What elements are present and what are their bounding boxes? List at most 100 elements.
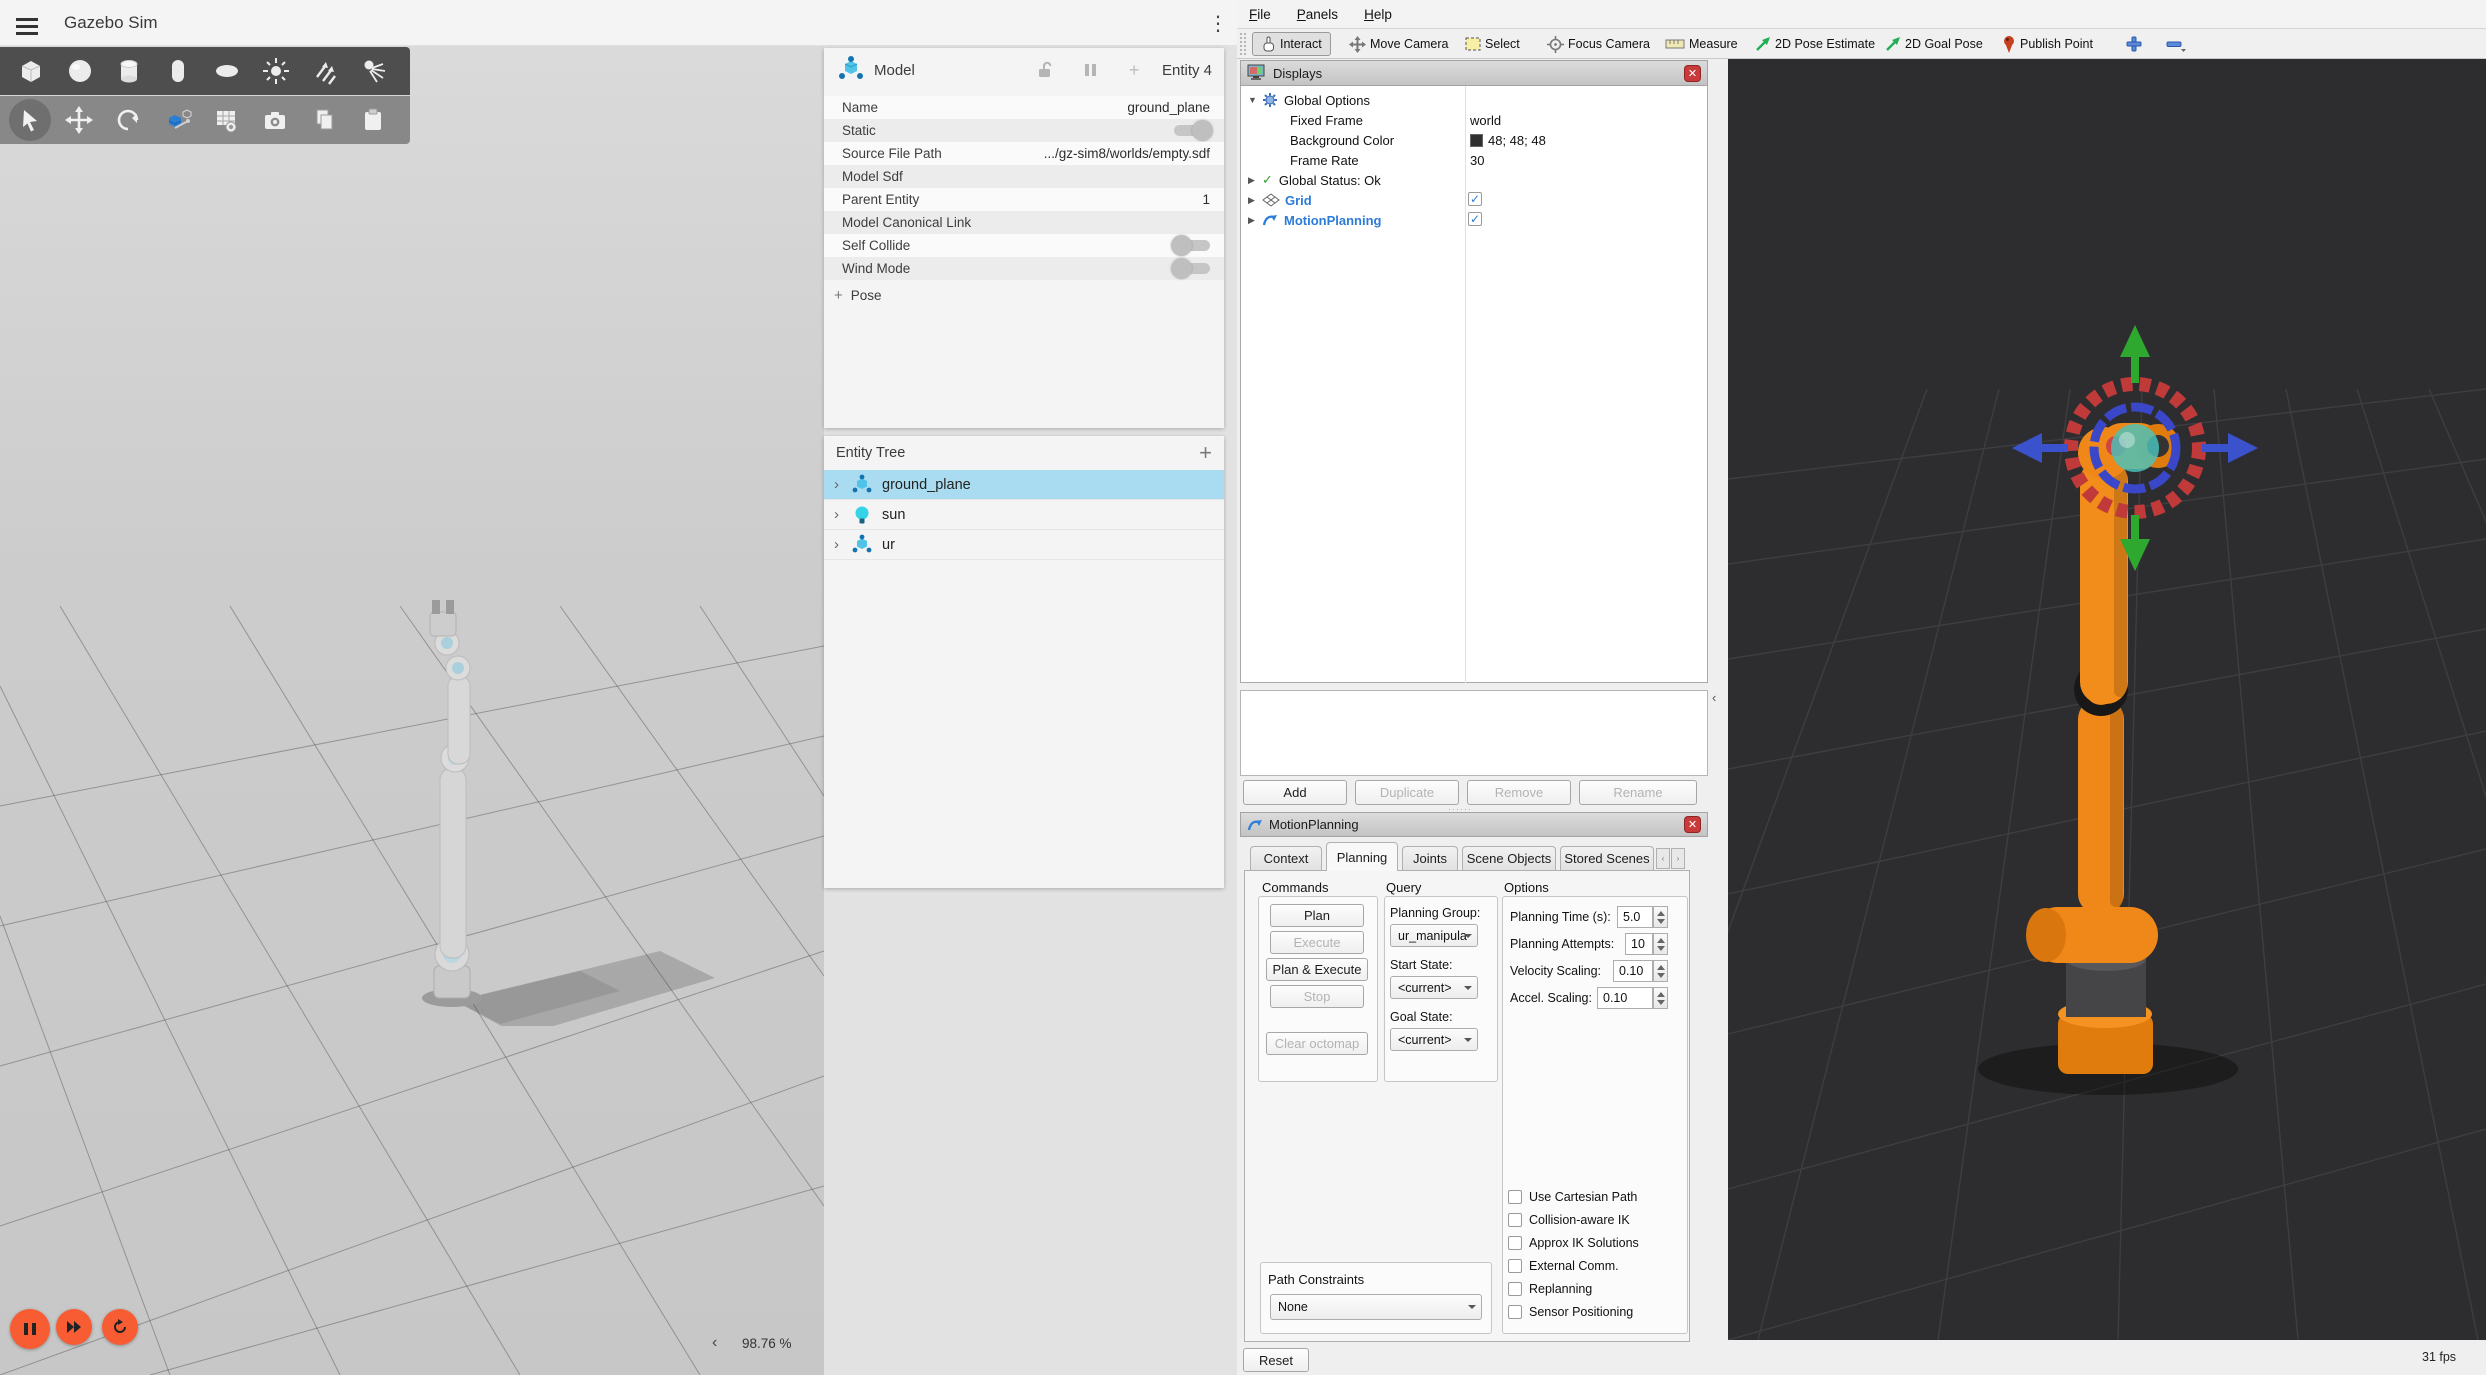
close-icon[interactable]: ✕ [1684,816,1701,833]
column-separator[interactable] [1465,86,1466,683]
tree-item-ground-plane[interactable]: › ground_plane [824,470,1224,500]
select-tool-button[interactable] [9,99,51,141]
background-color-value[interactable]: 48; 48; 48 [1470,130,1546,150]
planning-group-dropdown[interactable]: ur_manipula [1390,924,1478,947]
spinner-arrows[interactable] [1653,933,1668,955]
step-forward-button[interactable] [56,1309,92,1345]
close-icon[interactable]: ✕ [1684,65,1701,82]
collision-aware-ik-checkbox-row[interactable]: Collision-aware IK [1508,1213,1630,1227]
move-camera-tool-button[interactable]: Move Camera [1349,32,1449,56]
tab-joints[interactable]: Joints [1402,846,1458,870]
grid-checkbox[interactable]: ✓ [1468,192,1482,206]
expander-icon[interactable]: › [834,476,850,493]
checkbox[interactable] [1508,1236,1522,1250]
display-row-motionplanning[interactable]: ▶ MotionPlanning [1248,210,1381,230]
pause-button[interactable] [10,1309,50,1349]
static-toggle[interactable] [1174,125,1210,136]
goal-state-dropdown[interactable]: <current> [1390,1028,1478,1051]
paste-button[interactable] [348,98,397,142]
tree-item-sun[interactable]: › sun [824,500,1224,530]
display-row-frame-rate[interactable]: Frame Rate [1290,150,1359,170]
rename-display-button[interactable]: Rename [1579,780,1697,805]
self-collide-toggle[interactable] [1174,240,1210,251]
expander-icon[interactable]: › [834,506,850,523]
focus-camera-tool-button[interactable]: Focus Camera [1547,32,1650,56]
box-shape-button[interactable] [6,49,55,93]
spot-light-button[interactable] [349,49,398,93]
interact-tool-button[interactable]: Interact [1252,32,1331,56]
menu-panels[interactable]: Panels [1297,7,1338,22]
toolbar-drag-handle[interactable] [1240,33,1246,55]
tab-scene-objects[interactable]: Scene Objects [1462,846,1556,870]
spinner-arrows[interactable] [1653,906,1668,928]
rtf-expander-chevron[interactable]: ‹ [712,1334,717,1352]
entity-tree-add-button[interactable]: + [1199,440,1212,466]
publish-point-tool-button[interactable]: Publish Point [2002,32,2093,56]
planning-time-spinbox[interactable]: 5.0 [1617,906,1653,928]
start-state-dropdown[interactable]: <current> [1390,976,1478,999]
sphere-shape-button[interactable] [55,49,104,93]
tree-item-ur[interactable]: › ur [824,530,1224,560]
ellipsoid-shape-button[interactable] [202,49,251,93]
motionplanning-checkbox[interactable]: ✓ [1468,212,1482,226]
display-row-grid[interactable]: ▶ Grid [1248,190,1312,210]
copy-button[interactable] [299,98,348,142]
unlock-icon[interactable] [1035,60,1055,80]
display-row-background-color[interactable]: Background Color [1290,130,1394,150]
screenshot-button[interactable] [250,98,299,142]
external-comm-checkbox-row[interactable]: External Comm. [1508,1259,1619,1273]
kebab-menu-icon[interactable]: ⋮ [1208,11,1228,36]
plan-button[interactable]: Plan [1270,904,1364,927]
tab-stored-scenes[interactable]: Stored Scenes [1560,846,1654,870]
clear-octomap-button[interactable]: Clear octomap [1266,1032,1368,1055]
select-tool-button-rviz[interactable]: Select [1465,32,1520,56]
expander-right-icon[interactable]: ▶ [1248,175,1262,186]
remove-tool-button[interactable] [2165,32,2187,56]
expander-icon[interactable]: › [834,536,850,553]
panel-collapse-left-chevron[interactable]: ‹ [1712,690,1716,705]
model-add-icon[interactable]: + [1129,60,1140,81]
tab-context[interactable]: Context [1250,846,1322,870]
tab-scroll-right[interactable]: › [1671,848,1685,869]
frame-rate-value[interactable]: 30 [1470,150,1484,170]
execute-button[interactable]: Execute [1270,931,1364,954]
replanning-checkbox-row[interactable]: Replanning [1508,1282,1592,1296]
rotate-tool-button[interactable] [103,98,152,142]
sensor-positioning-checkbox-row[interactable]: Sensor Positioning [1508,1305,1633,1319]
plan-and-execute-button[interactable]: Plan & Execute [1266,958,1368,981]
pose-estimate-tool-button[interactable]: 2D Pose Estimate [1755,32,1875,56]
remove-display-button[interactable]: Remove [1467,780,1571,805]
menu-help[interactable]: Help [1364,7,1392,22]
duplicate-display-button[interactable]: Duplicate [1355,780,1459,805]
checkbox[interactable] [1508,1282,1522,1296]
displays-panel-titlebar[interactable]: Displays ✕ [1240,60,1708,86]
reset-button[interactable]: Reset [1243,1348,1309,1372]
accel-scaling-spinbox[interactable]: 0.10 [1597,987,1653,1009]
velocity-scaling-spinbox[interactable]: 0.10 [1613,960,1653,982]
fixed-frame-value[interactable]: world [1470,110,1501,130]
menu-file[interactable]: File [1249,7,1271,22]
checkbox[interactable] [1508,1259,1522,1273]
approx-ik-solutions-checkbox-row[interactable]: Approx IK Solutions [1508,1236,1639,1250]
gazebo-3d-viewport[interactable]: ‹ 98.76 % [0,46,824,1375]
display-row-global-status[interactable]: ▶ ✓ Global Status: Ok [1248,170,1381,190]
checkbox[interactable] [1508,1190,1522,1204]
spinner-arrows[interactable] [1653,960,1668,982]
display-row-fixed-frame[interactable]: Fixed Frame [1290,110,1363,130]
expander-down-icon[interactable]: ▼ [1248,95,1262,105]
rviz-3d-viewport[interactable] [1728,59,2486,1340]
add-display-button[interactable]: Add [1243,780,1347,805]
capsule-shape-button[interactable] [153,49,202,93]
add-tool-button[interactable] [2125,32,2143,56]
use-cartesian-path-checkbox-row[interactable]: Use Cartesian Path [1508,1190,1637,1204]
expander-right-icon[interactable]: ▶ [1248,215,1262,226]
directional-light-button[interactable] [300,49,349,93]
cylinder-shape-button[interactable] [104,49,153,93]
wind-mode-toggle[interactable] [1174,263,1210,274]
record-video-button[interactable] [201,98,250,142]
point-light-button[interactable] [251,49,300,93]
expander-right-icon[interactable]: ▶ [1248,195,1262,206]
snap-tool-button[interactable] [152,98,201,142]
pause-entity-icon[interactable] [1083,62,1099,78]
checkbox[interactable] [1508,1213,1522,1227]
